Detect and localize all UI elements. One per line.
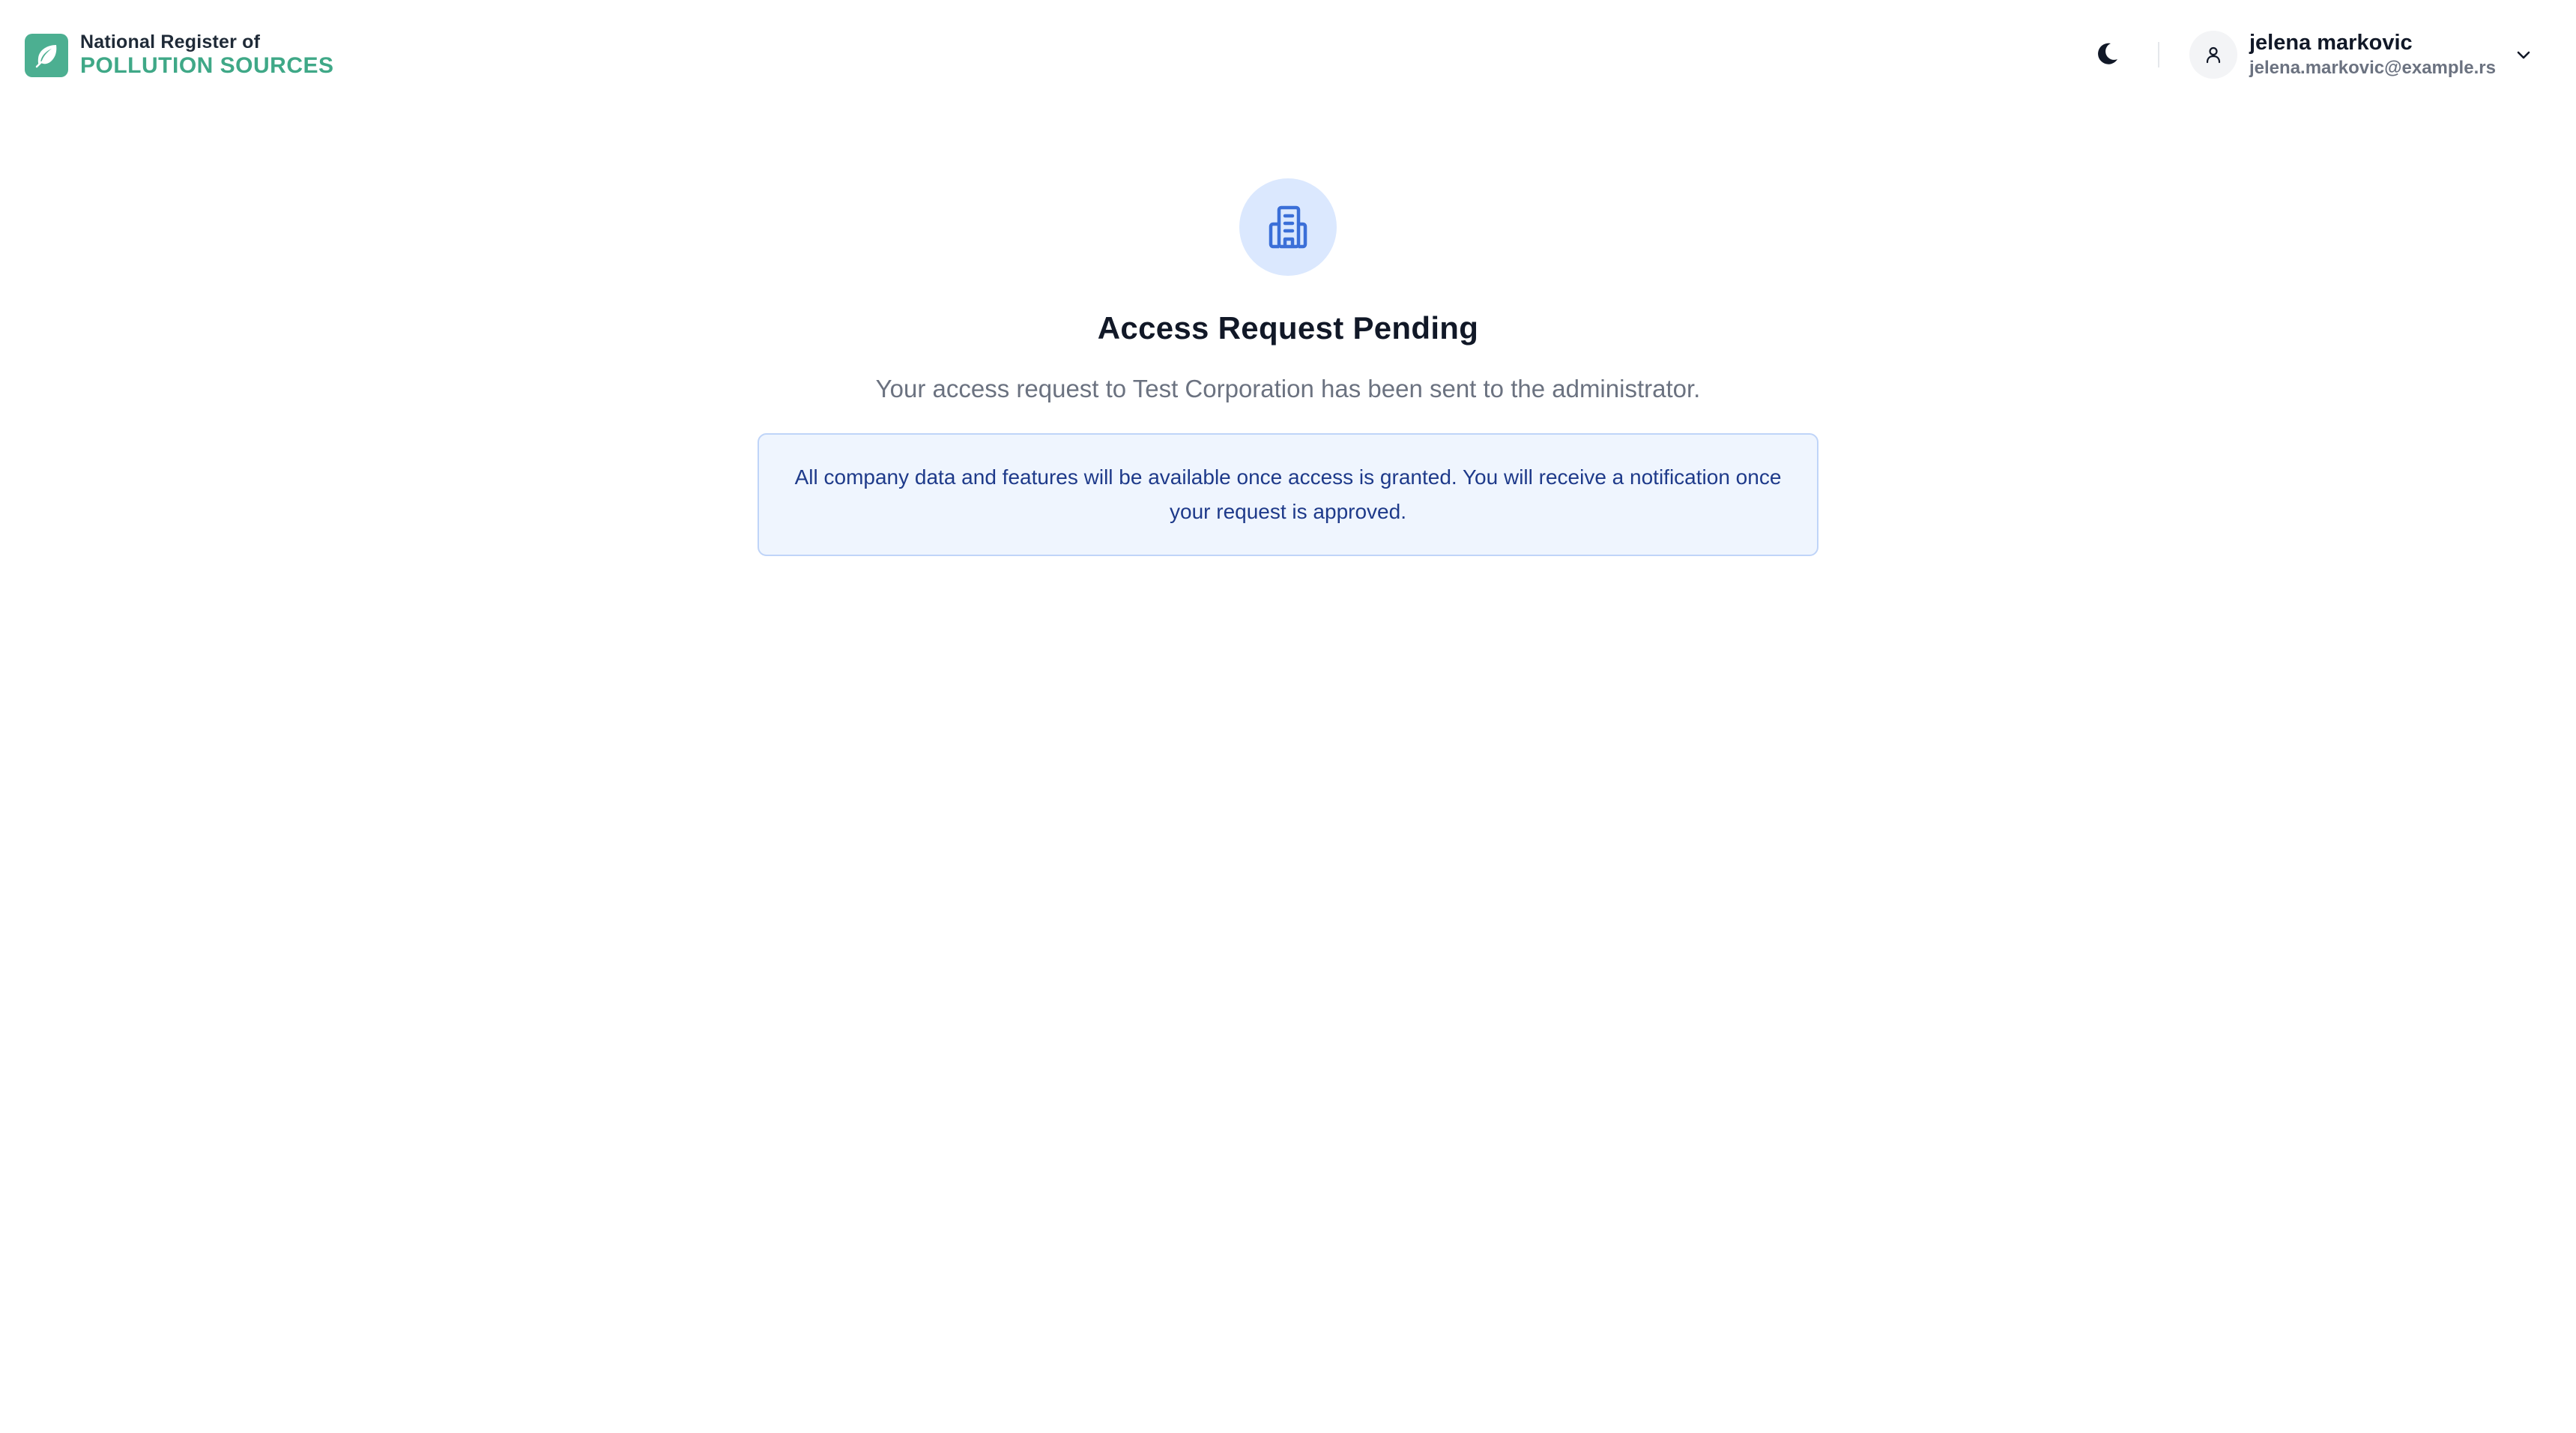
info-notice: All company data and features will be av…	[758, 433, 1818, 556]
header-divider	[2158, 42, 2159, 67]
user-email: jelena.markovic@example.rs	[2249, 57, 2496, 78]
user-name: jelena markovic	[2249, 30, 2413, 55]
building-icon	[1269, 205, 1307, 249]
user-info: jelena markovic jelena.markovic@example.…	[2249, 31, 2496, 78]
moon-icon	[2098, 43, 2117, 64]
theme-toggle-button[interactable]	[2089, 36, 2125, 72]
chevron-down-icon[interactable]	[2512, 43, 2535, 66]
logo-title-line1: National Register of	[80, 31, 261, 52]
page: National Register of POLLUTION SOURCES j…	[0, 0, 2576, 1433]
leaf-icon	[25, 33, 68, 77]
user-menu[interactable]: jelena markovic jelena.markovic@example.…	[2189, 28, 2535, 81]
access-pending-panel: Access Request Pending Your access reque…	[0, 178, 2576, 556]
user-icon	[2206, 46, 2221, 64]
page-subtitle: Your access request to Test Corporation …	[875, 375, 1701, 402]
logo-title-line2: POLLUTION SOURCES	[80, 53, 334, 78]
top-bar: National Register of POLLUTION SOURCES j…	[0, 0, 2576, 111]
app-logo[interactable]: National Register of POLLUTION SOURCES	[25, 33, 334, 77]
page-title: Access Request Pending	[1097, 310, 1479, 346]
avatar	[2189, 31, 2237, 79]
building-icon-circle	[1239, 178, 1337, 276]
info-notice-text: All company data and features will be av…	[794, 465, 1782, 523]
logo-text: National Register of POLLUTION SOURCES	[80, 33, 334, 77]
